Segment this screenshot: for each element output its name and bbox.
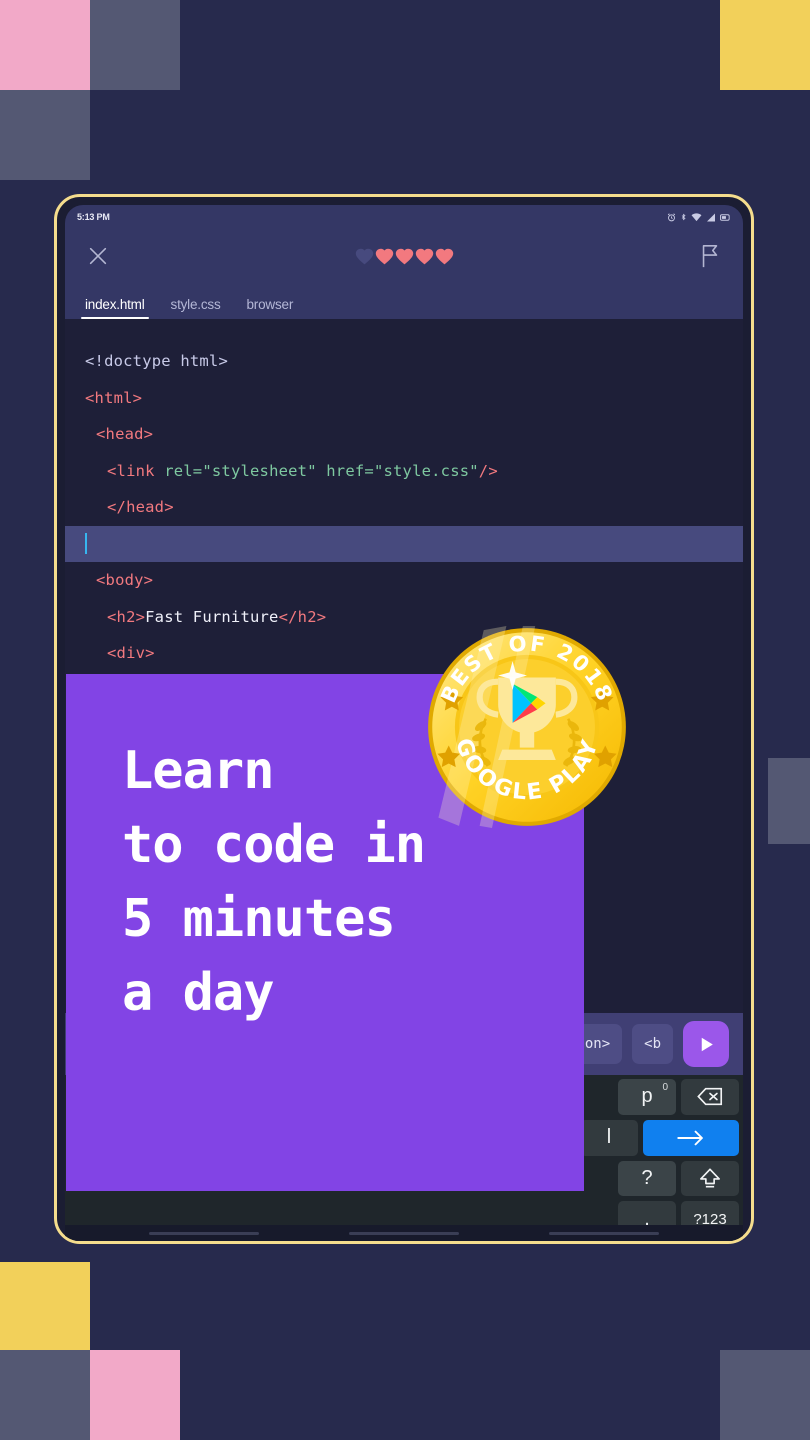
system-nav-bar: [65, 1225, 743, 1241]
code-token-str: "style.css": [373, 461, 479, 480]
tab-style-css[interactable]: style.css: [167, 297, 225, 319]
square-top-gray-b: [0, 90, 90, 180]
signal-icon: [706, 213, 716, 222]
promo-line: 5 minutes: [122, 889, 396, 949]
code-token-text: Fast Furniture: [145, 607, 279, 626]
code-line: <link rel= "stylesheet" href= "style.css" /…: [65, 453, 743, 490]
square-bottom-gray-a: [0, 1350, 90, 1440]
square-bottom-gray-b: [720, 1350, 810, 1440]
alarm-icon: [667, 212, 676, 222]
key-shift-icon[interactable]: [681, 1160, 739, 1197]
code-token-attr: href=: [316, 461, 374, 480]
shift-icon: [700, 1168, 720, 1188]
code-line: <html>: [65, 380, 743, 417]
heart-filled-icon: [375, 248, 393, 265]
code-token-tag: </h2>: [278, 607, 327, 626]
key-superscript: 0: [662, 1082, 668, 1093]
battery-icon: [720, 213, 731, 222]
snippet-button[interactable]: <b: [632, 1024, 673, 1064]
code-line: <body>: [65, 562, 743, 599]
code-token-tag: <html>: [85, 388, 143, 407]
code-token-tag: <head>: [96, 425, 154, 444]
heart-filled-icon: [395, 248, 413, 265]
close-icon[interactable]: [85, 243, 111, 269]
snippet-list: on> <b: [572, 1024, 673, 1064]
tab-browser[interactable]: browser: [243, 297, 298, 319]
key--[interactable]: ?: [618, 1160, 676, 1197]
heart-empty-icon: [355, 248, 373, 265]
badge-graphic: BEST OF 2018 GOOGLE PLAY: [428, 626, 626, 828]
status-bar-icons: [667, 212, 731, 222]
square-bottom-pink: [90, 1350, 180, 1440]
heart-filled-icon: [415, 248, 433, 265]
square-top-pink: [0, 0, 90, 90]
screenshot-root: 5:13 PM index.html style.css browser <!d…: [0, 0, 810, 1440]
code-lines: <!doctype html> <html> <head> <link rel= "st…: [65, 343, 743, 708]
app-top-bar: [65, 229, 743, 283]
nav-pill: [149, 1231, 259, 1235]
status-bar-clock: 5:13 PM: [77, 212, 110, 222]
enter-icon: [677, 1130, 703, 1145]
code-line: [65, 525, 743, 562]
key-backspace-icon[interactable]: [681, 1079, 739, 1115]
code-token-attr: rel=: [164, 461, 203, 480]
key-enter-icon[interactable]: [643, 1119, 739, 1156]
key-label: l: [606, 1126, 612, 1149]
run-button[interactable]: [683, 1021, 729, 1067]
flag-icon[interactable]: [697, 243, 723, 269]
code-token-tag: />: [478, 461, 498, 480]
key-label: ?: [641, 1166, 653, 1189]
square-top-yellow: [720, 0, 810, 90]
tab-label: index.html: [85, 297, 145, 312]
file-tab-bar: index.html style.css browser: [65, 283, 743, 319]
lives-hearts: [355, 247, 454, 265]
heart-filled-icon: [435, 248, 453, 265]
code-token-tag: <h2>: [107, 607, 146, 626]
nav-pill: [349, 1231, 459, 1235]
code-token-tag: <link: [107, 461, 165, 480]
key-l[interactable]: l: [580, 1119, 638, 1156]
bluetooth-icon: [680, 212, 687, 222]
code-line: </head>: [65, 489, 743, 526]
code-token-str: "stylesheet": [202, 461, 317, 480]
code-token-doctype: <!doctype html>: [85, 352, 228, 371]
code-line: <div>: [65, 635, 743, 672]
tab-label: style.css: [170, 297, 221, 312]
code-line: <!doctype html>: [65, 343, 743, 380]
code-token-tag: <body>: [96, 571, 154, 590]
code-token-tag: </head>: [107, 498, 174, 517]
nav-pill: [549, 1231, 659, 1235]
promo-line: a day: [122, 963, 275, 1023]
code-token-tag: <div>: [107, 644, 155, 663]
status-bar: 5:13 PM: [65, 205, 743, 229]
tab-label: browser: [246, 297, 294, 312]
code-line: <head>: [65, 416, 743, 453]
key-label: p: [641, 1085, 653, 1108]
backspace-icon: [697, 1088, 723, 1106]
google-play-best-of-2018-badge: BEST OF 2018 GOOGLE PLAY: [424, 624, 630, 830]
wifi-icon: [691, 212, 702, 222]
tab-index-html[interactable]: index.html: [81, 297, 149, 319]
key-p[interactable]: p0: [618, 1079, 676, 1115]
square-bottom-yellow: [0, 1262, 90, 1350]
code-line: <h2> Fast Furniture </h2>: [65, 599, 743, 636]
square-right-gray: [768, 758, 810, 844]
text-cursor: [85, 533, 87, 555]
square-top-gray-a: [90, 0, 180, 90]
